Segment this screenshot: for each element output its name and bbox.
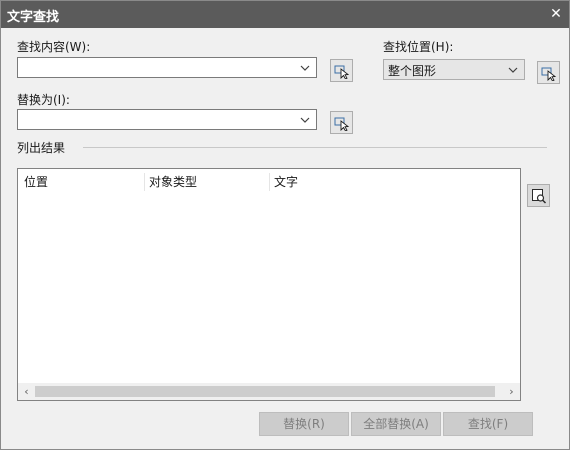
replace-with-pick-button[interactable]: [330, 111, 353, 134]
find-what-pick-button[interactable]: [330, 59, 353, 82]
column-header-text[interactable]: 文字: [268, 169, 468, 195]
results-list-header: 位置 对象类型 文字: [18, 169, 520, 195]
find-what-label: 查找内容(W):: [17, 40, 91, 54]
column-header-object-type[interactable]: 对象类型: [143, 169, 269, 195]
search-scope-value: 整个图形: [388, 64, 437, 78]
close-icon[interactable]: ✕: [547, 5, 565, 23]
title-bar: 文字查找 ✕: [1, 1, 569, 28]
chevron-down-icon: [300, 65, 310, 71]
section-divider: [83, 147, 547, 148]
text-find-dialog: 文字查找 ✕ 查找内容(W): 查找位置(H): 整个图形 替换为(I): 列出…: [0, 0, 570, 450]
select-objects-icon: [541, 67, 557, 81]
window-title: 文字查找: [7, 10, 60, 25]
replace-all-button[interactable]: 全部替换(A): [351, 412, 441, 436]
zoom-to-result-button[interactable]: [527, 184, 550, 207]
column-header-location[interactable]: 位置: [18, 169, 144, 195]
scroll-left-icon[interactable]: ‹: [18, 383, 35, 400]
search-scope-select[interactable]: 整个图形: [383, 59, 525, 80]
horizontal-scrollbar[interactable]: ‹ ›: [18, 383, 520, 400]
scroll-right-icon[interactable]: ›: [503, 383, 520, 400]
replace-button[interactable]: 替换(R): [259, 412, 349, 436]
replace-with-label: 替换为(I):: [17, 93, 70, 107]
select-objects-icon: [334, 65, 350, 79]
find-button[interactable]: 查找(F): [443, 412, 533, 436]
select-objects-icon: [334, 117, 350, 131]
zoom-to-selection-icon: [532, 189, 547, 204]
results-label: 列出结果: [17, 141, 66, 155]
results-list[interactable]: 位置 对象类型 文字 ‹ ›: [17, 168, 521, 401]
search-scope-pick-button[interactable]: [537, 61, 560, 84]
search-scope-label: 查找位置(H):: [383, 40, 454, 54]
find-what-combo[interactable]: [17, 57, 317, 78]
scrollbar-thumb[interactable]: [35, 386, 495, 397]
chevron-down-icon: [508, 67, 518, 73]
chevron-down-icon: [300, 117, 310, 123]
replace-with-combo[interactable]: [17, 109, 317, 130]
